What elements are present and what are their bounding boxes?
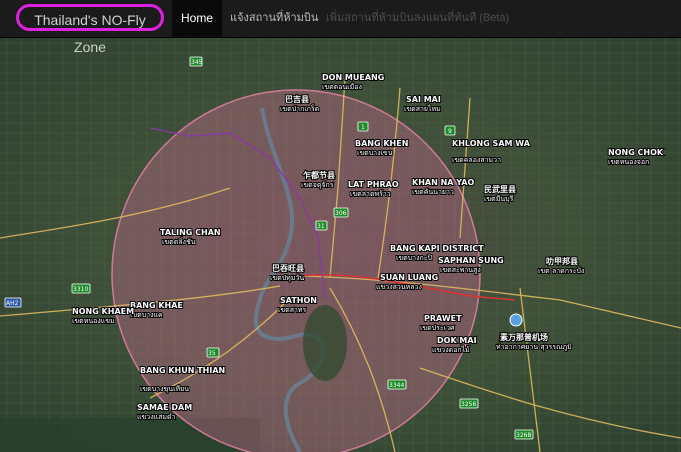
road-shield: AH2 — [4, 297, 22, 308]
road-shield: 1 — [357, 121, 369, 132]
svg-text:เขตสายไหม: เขตสายไหม — [404, 104, 441, 113]
svg-text:TALING CHAN: TALING CHAN — [160, 228, 221, 237]
svg-text:ท่าอากาศยาน สุวรรณภูมิ: ท่าอากาศยาน สุวรรณภูมิ — [496, 343, 572, 351]
svg-text:เขตบางกะปิ: เขตบางกะปิ — [396, 254, 433, 262]
svg-text:เขตปทุมวัน: เขตปทุมวัน — [270, 274, 304, 282]
svg-text:เขตดอนเมือง: เขตดอนเมือง — [322, 83, 362, 91]
svg-text:LAT PHRAO: LAT PHRAO — [348, 180, 399, 189]
road-shield: 3268 — [514, 429, 534, 440]
svg-text:SAPHAN SUNG: SAPHAN SUNG — [438, 256, 504, 265]
svg-text:KHLONG SAM WA: KHLONG SAM WA — [452, 139, 531, 148]
road-shield: 345 — [189, 56, 203, 67]
svg-text:BANG KHUN THIAN: BANG KHUN THIAN — [140, 366, 225, 375]
svg-text:เขตประเวศ: เขตประเวศ — [420, 324, 455, 332]
svg-text:PRAWET: PRAWET — [424, 314, 462, 323]
svg-text:BANG KHEN: BANG KHEN — [355, 139, 408, 148]
svg-text:35: 35 — [208, 350, 216, 357]
svg-text:SATHON: SATHON — [280, 296, 317, 305]
road-shield: 3310 — [71, 283, 91, 294]
svg-text:乍都节县: 乍都节县 — [303, 170, 335, 180]
svg-text:BANG KAPI DISTRICT: BANG KAPI DISTRICT — [390, 244, 484, 253]
road-shield: 3344 — [387, 379, 407, 390]
svg-text:1: 1 — [361, 124, 365, 131]
map-label-chatuchak: 乍都节县เขตจตุจักร — [300, 169, 336, 190]
svg-text:เขตคันนายาว: เขตคันนายาว — [412, 188, 454, 196]
road-shield: 35 — [206, 347, 220, 358]
nav-add-location-beta[interactable]: เพิ่มสถานที่ห้ามบินลงแผนที่ทันที (Beta) — [326, 0, 509, 37]
map-label-min-buri: 民武里县เขตมีนบุรี — [483, 183, 517, 204]
svg-text:เขตสะพานสูง: เขตสะพานสูง — [440, 266, 481, 274]
svg-text:เขตตลิ่งชัน: เขตตลิ่งชัน — [162, 237, 196, 246]
svg-text:素万那普机场: 素万那普机场 — [500, 332, 548, 342]
svg-text:เขตบางแค: เขตบางแค — [130, 311, 163, 319]
svg-text:เขตลาดพร้าว: เขตลาดพร้าว — [350, 190, 391, 198]
svg-text:เขตสาทร: เขตสาทร — [278, 306, 307, 314]
brand-title[interactable]: Thailand's NO-Fly Zone — [16, 4, 164, 55]
svg-text:3268: 3268 — [516, 432, 531, 439]
svg-text:เขตจตุจักร: เขตจตุจักร — [301, 181, 334, 189]
svg-text:เขตหนองแขม: เขตหนองแขม — [72, 317, 115, 325]
road-shield: 306 — [333, 207, 349, 218]
svg-text:เขตคลองสามวา: เขตคลองสามวา — [452, 156, 501, 164]
svg-text:เขตบางเขน: เขตบางเขน — [357, 149, 393, 157]
svg-text:9: 9 — [448, 128, 452, 135]
svg-text:SAI MAI: SAI MAI — [406, 95, 441, 104]
road-shield: 3256 — [459, 398, 479, 409]
svg-text:DOK MAI: DOK MAI — [437, 336, 477, 345]
map-canvas[interactable]: 345 9 1 306 31 35 3344 3256 3268 3310 AH… — [0, 38, 681, 452]
svg-text:3256: 3256 — [461, 401, 476, 408]
svg-text:NONG KHAEM: NONG KHAEM — [72, 307, 134, 316]
svg-text:SAMAE DAM: SAMAE DAM — [137, 403, 192, 412]
svg-text:345: 345 — [191, 59, 203, 66]
green-park-area — [303, 305, 347, 381]
svg-text:31: 31 — [317, 223, 325, 230]
svg-text:KHAN NA YAO: KHAN NA YAO — [412, 178, 474, 187]
svg-text:แขวงดอกไม้: แขวงดอกไม้ — [432, 345, 470, 354]
svg-text:叻甲邦县: 叻甲邦县 — [546, 256, 578, 266]
svg-text:3344: 3344 — [389, 382, 404, 389]
svg-text:เขตหนองจอก: เขตหนองจอก — [608, 158, 649, 166]
svg-text:NONG CHOK: NONG CHOK — [608, 148, 664, 157]
svg-text:巴吞旺县: 巴吞旺县 — [272, 264, 304, 273]
svg-text:BANG KHAE: BANG KHAE — [130, 301, 183, 310]
svg-text:แขวงสวนหลวง: แขวงสวนหลวง — [376, 283, 422, 291]
svg-text:เขตปากเกร็ด: เขตปากเกร็ด — [280, 104, 319, 113]
svg-text:เขตบางขุนเทียน: เขตบางขุนเทียน — [140, 385, 189, 393]
svg-text:民武里县: 民武里县 — [484, 184, 516, 194]
nav-home[interactable]: Home — [172, 0, 222, 37]
svg-text:巴吉县: 巴吉县 — [285, 94, 309, 104]
svg-text:เขตมีนบุรี: เขตมีนบุรี — [484, 195, 514, 203]
road-shield: 9 — [444, 125, 456, 136]
top-navbar: Thailand's NO-Fly Zone Home แจ้งสถานที่ห… — [0, 0, 681, 55]
svg-text:306: 306 — [335, 210, 347, 217]
svg-text:เขต ลาดกระบัง: เขต ลาดกระบัง — [538, 267, 584, 275]
svg-text:DON MUEANG: DON MUEANG — [322, 73, 384, 82]
svg-text:แขวงแสมดำ: แขวงแสมดำ — [137, 413, 176, 421]
svg-text:SUAN LUANG: SUAN LUANG — [380, 273, 438, 282]
nav-report-location[interactable]: แจ้งสถานที่ห้ามบิน — [230, 0, 318, 37]
svg-text:AH2: AH2 — [6, 300, 19, 307]
road-shield: 31 — [315, 220, 328, 231]
airport-pin-icon[interactable] — [509, 313, 523, 327]
svg-text:3310: 3310 — [73, 286, 88, 293]
